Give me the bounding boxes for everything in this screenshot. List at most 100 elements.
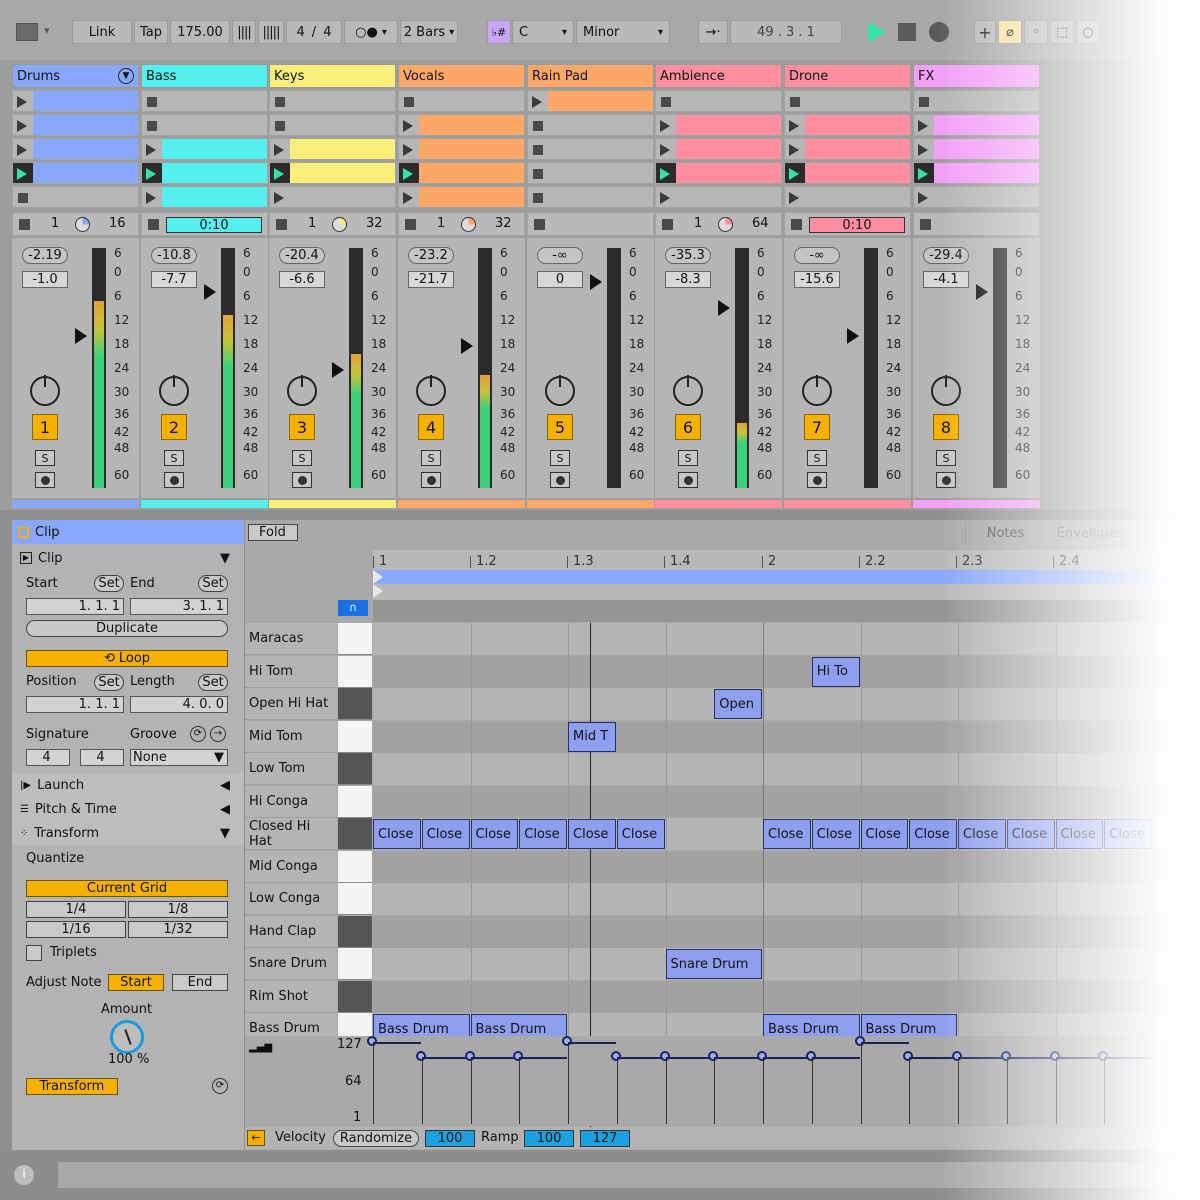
clip-play-icon[interactable]	[17, 120, 27, 132]
clip-body[interactable]	[805, 163, 910, 183]
clip-body[interactable]	[419, 163, 524, 183]
transform-section-header[interactable]: ⁘ Transform ▼	[12, 821, 244, 845]
automation-icon[interactable]: ◦	[1024, 20, 1048, 44]
grid-option-thirtysecond[interactable]: 1/32	[128, 921, 228, 938]
clip-play-icon[interactable]	[789, 120, 799, 132]
pan-knob[interactable]	[931, 375, 961, 406]
pan-readout[interactable]: -15.6	[794, 271, 840, 288]
clip-slot[interactable]	[398, 162, 525, 184]
clip-slot[interactable]	[12, 138, 139, 160]
arm-button[interactable]	[807, 472, 827, 488]
envelopes-tab[interactable]: Envelopes	[1050, 524, 1130, 544]
clip-slot[interactable]	[398, 114, 525, 136]
arm-button[interactable]	[35, 472, 55, 488]
set-position-button[interactable]: Set	[94, 674, 124, 691]
piano-key[interactable]	[338, 850, 372, 883]
clip-slot[interactable]	[655, 186, 782, 208]
piano-key[interactable]	[338, 720, 372, 753]
piano-key[interactable]	[338, 623, 372, 655]
lane-grid-row[interactable]	[373, 850, 1200, 883]
clip-play-icon[interactable]	[660, 144, 670, 156]
clip-body[interactable]	[33, 139, 138, 159]
amount-knob[interactable]	[110, 1020, 144, 1054]
clip-slot[interactable]	[12, 162, 139, 184]
clip-body[interactable]	[33, 91, 138, 111]
lane-grid-row[interactable]	[373, 688, 1200, 720]
stop-clip-icon[interactable]	[661, 97, 671, 107]
midi-note[interactable]: Close	[811, 819, 860, 849]
drum-lane-label[interactable]: Open Hi Hat	[245, 688, 337, 720]
clip-slot[interactable]	[527, 186, 654, 208]
clip-play-icon[interactable]	[17, 168, 27, 180]
solo-button[interactable]: S	[678, 450, 698, 466]
ramp-from-field[interactable]: 100	[524, 1130, 574, 1147]
clip-slot[interactable]	[141, 114, 268, 136]
stop-clip-icon[interactable]	[147, 97, 157, 107]
clip-body[interactable]	[33, 115, 138, 135]
velocity-handle[interactable]	[562, 1036, 572, 1046]
pan-readout[interactable]: 0	[537, 271, 583, 288]
clip-play-icon[interactable]	[789, 144, 799, 156]
lane-grid-row[interactable]	[373, 915, 1200, 948]
volume-fader-icon[interactable]	[75, 328, 87, 344]
pan-knob[interactable]	[802, 375, 832, 406]
solo-button[interactable]: S	[550, 450, 570, 466]
stop-clip-icon[interactable]	[533, 169, 543, 179]
volume-fader-icon[interactable]	[461, 338, 473, 354]
piano-key[interactable]	[338, 785, 372, 818]
clip-play-icon[interactable]	[17, 96, 27, 108]
midi-note[interactable]: Close	[470, 819, 519, 849]
metronome-icon[interactable]: ○●	[344, 20, 398, 44]
scale-mode-select[interactable]: Minor ▾	[576, 20, 670, 44]
link-button[interactable]: Link	[72, 20, 132, 44]
lane-grid-row[interactable]	[373, 753, 1200, 785]
midi-note[interactable]: Close	[909, 819, 957, 849]
clip-play-icon[interactable]	[532, 96, 542, 108]
stop-clip-icon[interactable]	[533, 145, 543, 155]
clip-play-icon[interactable]	[918, 120, 928, 132]
piano-key[interactable]	[338, 818, 372, 850]
clip-slot[interactable]	[784, 186, 911, 208]
velocity-handle[interactable]	[757, 1051, 767, 1061]
clip-play-icon[interactable]	[660, 168, 670, 180]
volume-readout[interactable]: -29.4	[923, 247, 969, 264]
clip-body[interactable]	[162, 139, 267, 159]
velocity-handle[interactable]	[659, 1051, 670, 1061]
stop-all-icon[interactable]	[534, 219, 545, 230]
stop-icon[interactable]	[898, 23, 916, 41]
clip-slot[interactable]	[12, 90, 139, 112]
track-activator-button[interactable]: 8	[933, 414, 959, 440]
solo-button[interactable]: S	[35, 450, 55, 466]
clip-slot[interactable]	[784, 162, 911, 184]
clip-body[interactable]	[934, 163, 1039, 183]
track-header-1[interactable]: Drums ▼	[12, 64, 139, 88]
drum-lane-label[interactable]: Hand Clap	[245, 915, 337, 948]
arm-button[interactable]	[936, 472, 956, 488]
signature-numerator-field[interactable]: 4	[26, 749, 70, 766]
start-marker-icon[interactable]	[373, 584, 383, 598]
current-grid-button[interactable]: Current Grid	[26, 880, 228, 897]
clip-play-icon[interactable]	[403, 192, 413, 204]
clip-panel-header[interactable]: Clip	[12, 520, 244, 544]
drum-lane-label[interactable]: Closed Hi Hat	[245, 818, 337, 850]
volume-readout[interactable]: -35.3	[665, 247, 711, 264]
volume-readout[interactable]: -2.19	[22, 247, 68, 264]
clip-slot[interactable]	[141, 162, 268, 184]
midi-note[interactable]: Close	[421, 819, 470, 849]
chevron-down-icon[interactable]: ▼	[118, 68, 134, 84]
clip-body[interactable]	[676, 115, 781, 135]
stop-all-icon[interactable]	[405, 219, 416, 230]
clip-slot[interactable]	[913, 162, 1040, 184]
clip-body[interactable]	[548, 91, 653, 111]
stop-clip-icon[interactable]	[790, 97, 800, 107]
clip-section-header[interactable]: ▶ Clip ▼	[12, 546, 244, 570]
clip-body[interactable]	[290, 139, 395, 159]
clip-play-icon[interactable]	[789, 168, 799, 180]
volume-fader-icon[interactable]	[590, 274, 602, 290]
arm-button[interactable]	[164, 472, 184, 488]
velocity-handle[interactable]	[415, 1051, 426, 1061]
pan-readout[interactable]: -7.7	[151, 271, 197, 288]
arm-button[interactable]	[550, 472, 570, 488]
track-activator-button[interactable]: 4	[418, 414, 444, 440]
midi-note[interactable]: Close	[958, 819, 1006, 849]
